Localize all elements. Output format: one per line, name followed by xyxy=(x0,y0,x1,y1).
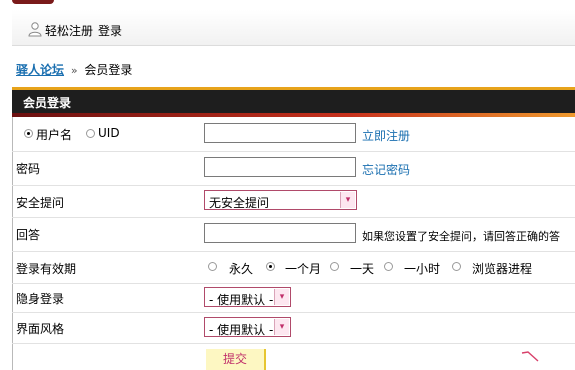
register-link[interactable]: 轻松注册 xyxy=(45,22,93,39)
top-bar: 轻松注册 登录 xyxy=(12,10,575,46)
radio-one-hour[interactable] xyxy=(384,262,393,271)
security-question-row: 安全提问 无安全提问 ▾ xyxy=(12,185,575,218)
user-icon xyxy=(28,22,42,37)
chevron-down-icon: ▾ xyxy=(274,319,289,335)
radio-one-day-label: 一天 xyxy=(350,262,375,276)
radio-browser-session[interactable] xyxy=(452,262,461,271)
style-label: 界面风格 xyxy=(16,322,65,336)
security-question-value: 无安全提问 xyxy=(209,196,270,210)
radio-forever-label: 永久 xyxy=(229,262,254,276)
radio-one-day[interactable] xyxy=(330,262,339,271)
validity-label: 登录有效期 xyxy=(16,262,77,276)
answer-row: 回答 如果您设置了安全提问，请回答正确的答 xyxy=(12,217,575,252)
radio-one-hour-label: 一小时 xyxy=(404,262,441,276)
security-question-label: 安全提问 xyxy=(16,196,65,210)
breadcrumb-separator: » xyxy=(70,64,78,77)
validity-row: 登录有效期 永久 一个月 一天 一小时 浏览器进程 xyxy=(12,251,575,284)
radio-uid-label: UID xyxy=(98,126,120,140)
username-input[interactable] xyxy=(204,123,356,143)
invisible-login-row: 隐身登录 - 使用默认 - ▾ xyxy=(12,283,575,313)
invisible-login-select[interactable]: - 使用默认 - ▾ xyxy=(204,287,291,307)
radio-username-label: 用户名 xyxy=(36,128,73,142)
password-input[interactable] xyxy=(204,157,356,177)
radio-uid[interactable] xyxy=(86,129,95,138)
breadcrumb-home-link[interactable]: 驿人论坛 xyxy=(16,63,64,77)
invisible-login-label: 隐身登录 xyxy=(16,292,65,306)
username-row: 用户名 UID 立即注册 xyxy=(12,117,575,152)
chevron-down-icon: ▾ xyxy=(340,192,355,208)
logo-fragment xyxy=(12,0,54,4)
radio-browser-session-label: 浏览器进程 xyxy=(472,262,533,276)
answer-label: 回答 xyxy=(16,228,41,242)
chevron-down-icon: ▾ xyxy=(274,289,289,305)
forgot-password-link[interactable]: 忘记密码 xyxy=(362,161,410,178)
style-select[interactable]: - 使用默认 - ▾ xyxy=(204,317,291,337)
security-question-select[interactable]: 无安全提问 ▾ xyxy=(204,190,357,210)
register-now-link[interactable]: 立即注册 xyxy=(362,127,410,144)
form-title: 会员登录 xyxy=(23,96,72,110)
style-row: 界面风格 - 使用默认 - ▾ xyxy=(12,312,575,344)
cursor-icon xyxy=(521,351,539,362)
answer-input[interactable] xyxy=(204,223,356,243)
form-header: 会员登录 xyxy=(12,87,575,113)
radio-one-month[interactable] xyxy=(266,262,275,271)
submit-button[interactable]: 提交 xyxy=(206,349,266,370)
radio-username[interactable] xyxy=(24,129,33,138)
password-label: 密码 xyxy=(16,162,41,176)
breadcrumb-current: 会员登录 xyxy=(84,63,133,77)
breadcrumb: 驿人论坛 » 会员登录 xyxy=(16,61,132,78)
style-value: - 使用默认 - xyxy=(209,323,274,337)
answer-hint: 如果您设置了安全提问，请回答正确的答 xyxy=(362,230,560,243)
password-row: 密码 忘记密码 xyxy=(12,151,575,186)
invisible-login-value: - 使用默认 - xyxy=(209,293,274,307)
login-link[interactable]: 登录 xyxy=(98,22,122,39)
radio-one-month-label: 一个月 xyxy=(285,262,322,276)
radio-forever[interactable] xyxy=(208,262,217,271)
